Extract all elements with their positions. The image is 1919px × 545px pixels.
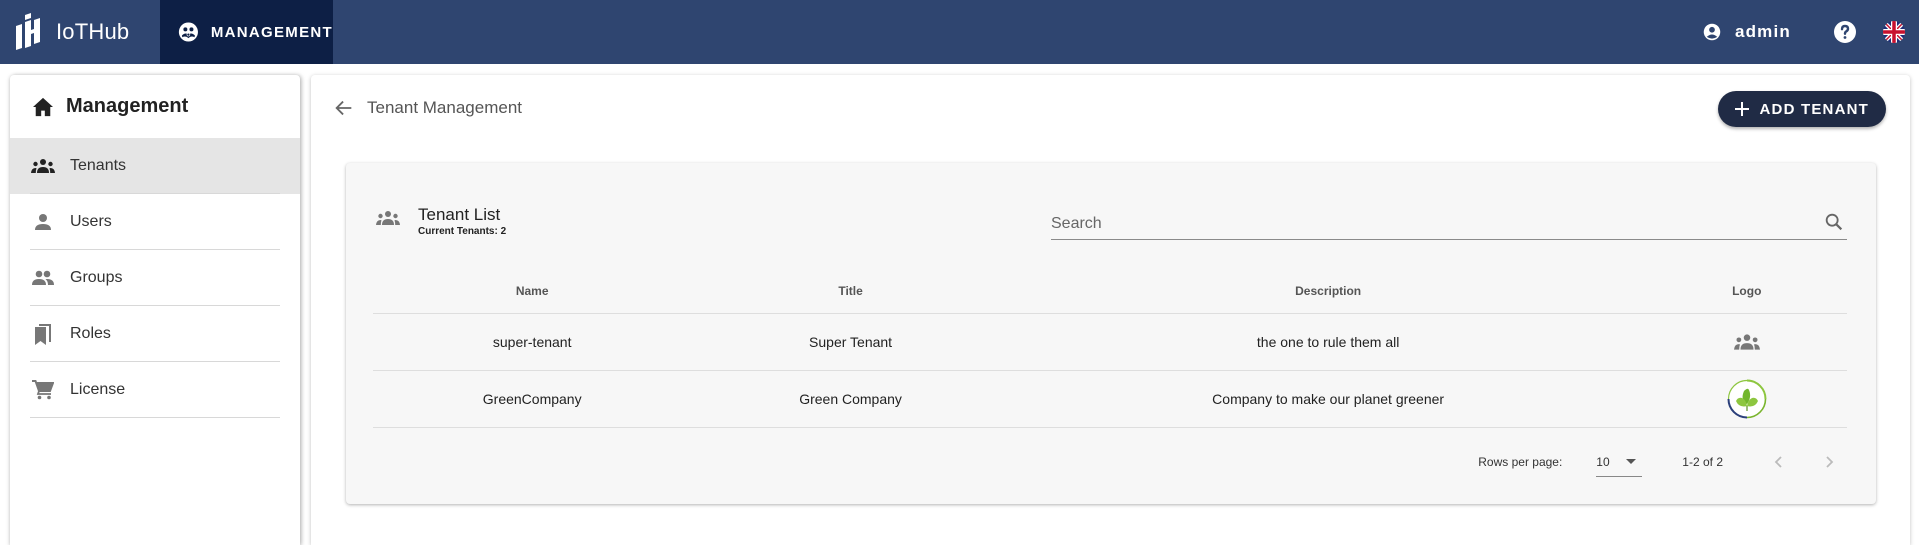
page-title: Tenant Management: [367, 98, 522, 117]
user-menu-button[interactable]: admin: [1703, 22, 1791, 42]
pagination: Rows per page: 10 1-2 of 2: [1478, 447, 1841, 477]
previous-page-button[interactable]: [1767, 450, 1791, 474]
cell-description: Company to make our planet greener: [1009, 370, 1647, 428]
cell-logo: [1646, 370, 1847, 428]
search-field: [1051, 205, 1847, 240]
groups-icon: [31, 159, 55, 173]
chevron-down-icon: [1626, 459, 1637, 464]
card-title: Tenant List: [418, 205, 501, 224]
pagination-range: 1-2 of 2: [1682, 455, 1723, 469]
brand-name: IoTHub: [56, 19, 130, 44]
user-name: admin: [1734, 22, 1791, 41]
top-app-bar: IoTHub MANAGEMENT admin: [0, 0, 1919, 64]
nav-tab-label: MANAGEMENT: [210, 23, 333, 41]
rows-per-page-label: Rows per page:: [1478, 455, 1563, 469]
plus-icon: [1734, 102, 1749, 116]
home-icon: [33, 97, 53, 116]
sidebar-item-tenants[interactable]: Tenants: [10, 138, 300, 194]
management-icon: [178, 22, 198, 42]
column-header-logo[interactable]: Logo: [1646, 269, 1847, 314]
iothub-logo-icon: [16, 13, 40, 50]
page-header: Tenant Management: [311, 75, 1910, 141]
cart-icon: [32, 380, 54, 400]
language-button[interactable]: [1883, 21, 1905, 43]
people-icon: [32, 270, 54, 285]
rows-per-page-value: 10: [1596, 454, 1610, 469]
cell-title: Green Company: [691, 370, 1010, 428]
table-header-row: Name Title Description Logo: [373, 269, 1847, 314]
column-header-title[interactable]: Title: [691, 269, 1010, 314]
nav-tab-management[interactable]: MANAGEMENT: [160, 0, 333, 64]
tenant-list-card: Tenant List Current Tenants: 2 Name Titl…: [346, 163, 1876, 504]
cell-name: GreenCompany: [373, 370, 692, 428]
column-header-name[interactable]: Name: [373, 269, 692, 314]
account-circle-icon: [1703, 23, 1721, 41]
cell-name: super-tenant: [373, 313, 692, 371]
sidebar-item-label: Tenants: [70, 157, 127, 174]
groups-icon: [376, 211, 400, 225]
groups-icon: [1733, 333, 1760, 350]
bookmarks-icon: [35, 324, 51, 345]
search-icon[interactable]: [1823, 211, 1845, 233]
sidebar-item-label: Groups: [70, 269, 123, 286]
person-icon: [35, 214, 51, 230]
brand[interactable]: IoTHub: [0, 0, 160, 64]
main-panel: Tenant Management ADD TENANT Tenant List…: [311, 75, 1910, 545]
cell-title: Super Tenant: [691, 313, 1010, 371]
rows-per-page-select[interactable]: 10: [1596, 447, 1643, 477]
sidebar-title: Management: [66, 95, 189, 117]
sidebar-header: Management: [10, 75, 300, 138]
search-input[interactable]: [1051, 211, 1823, 233]
tenant-table: Name Title Description Logo super-tenant…: [373, 269, 1847, 428]
sidebar-item-label: Roles: [70, 325, 111, 342]
sidebar-item-users[interactable]: Users: [10, 194, 300, 250]
table-row[interactable]: GreenCompany Green Company Company to ma…: [373, 370, 1847, 428]
cell-description: the one to rule them all: [1009, 313, 1647, 371]
sidebar-item-label: License: [70, 381, 126, 398]
add-tenant-button[interactable]: ADD TENANT: [1717, 91, 1886, 127]
back-arrow-icon[interactable]: [333, 97, 355, 119]
cell-logo: [1646, 313, 1847, 371]
sidebar: Management Tenants Users Groups Roles Li…: [10, 75, 300, 545]
sidebar-item-roles[interactable]: Roles: [10, 306, 300, 362]
card-header: Tenant List Current Tenants: 2: [376, 205, 506, 238]
uk-flag-icon: [1883, 21, 1905, 43]
help-icon[interactable]: [1833, 20, 1857, 44]
green-leaf-logo-icon: [1727, 379, 1767, 418]
add-tenant-label: ADD TENANT: [1759, 100, 1869, 118]
sidebar-item-label: Users: [70, 213, 112, 230]
next-page-button[interactable]: [1817, 450, 1841, 474]
tenant-count: Current Tenants: 2: [418, 226, 507, 237]
column-header-description[interactable]: Description: [1009, 269, 1647, 314]
sidebar-item-groups[interactable]: Groups: [10, 250, 300, 306]
sidebar-item-license[interactable]: License: [10, 362, 300, 418]
chevron-left-icon: [1774, 456, 1782, 468]
chevron-right-icon: [1826, 456, 1834, 468]
table-row[interactable]: super-tenant Super Tenant the one to rul…: [373, 313, 1847, 371]
